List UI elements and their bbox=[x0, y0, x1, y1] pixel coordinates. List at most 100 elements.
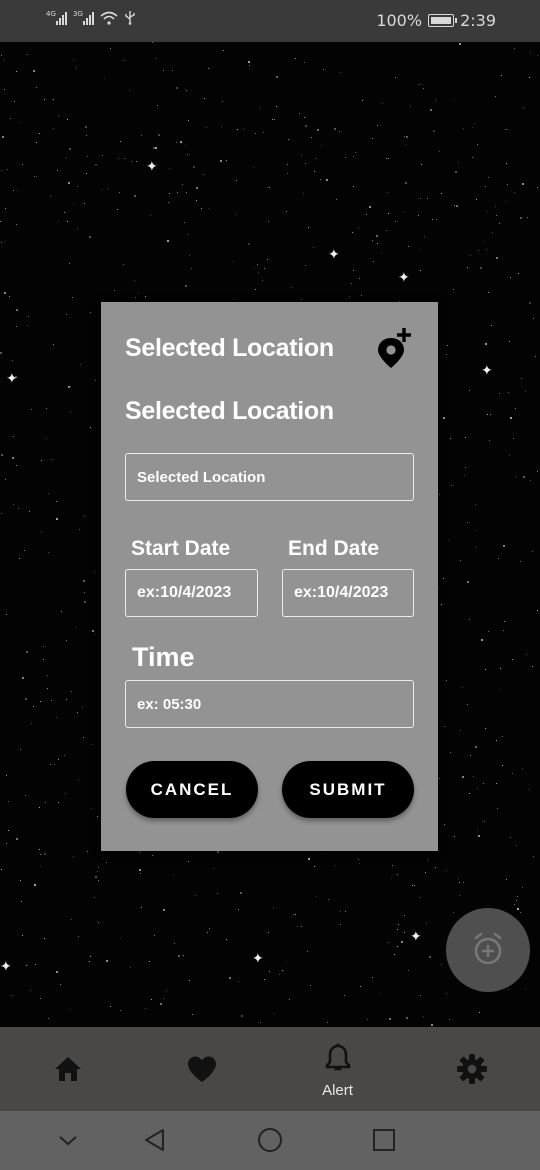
star-dot bbox=[34, 176, 35, 177]
star-dot bbox=[64, 212, 65, 213]
star-dot bbox=[420, 995, 421, 996]
star-dot bbox=[26, 651, 28, 653]
nav-alert[interactable]: Alert bbox=[270, 1027, 405, 1111]
star-dot bbox=[510, 417, 512, 419]
star-dot bbox=[496, 783, 497, 784]
star-dot bbox=[140, 873, 141, 874]
star-dot bbox=[459, 882, 460, 883]
star-dot bbox=[173, 875, 174, 876]
star-dot bbox=[529, 77, 530, 78]
star-dot bbox=[44, 938, 45, 939]
star-dot bbox=[174, 943, 175, 944]
star-dot bbox=[427, 198, 428, 199]
star-dot bbox=[387, 192, 388, 193]
star-dot bbox=[386, 158, 387, 159]
star-dot bbox=[234, 299, 235, 300]
home-circle-icon[interactable] bbox=[256, 1125, 284, 1155]
star-dot bbox=[168, 202, 169, 203]
star-dot bbox=[107, 188, 108, 189]
star-dot bbox=[377, 243, 378, 244]
star-dot bbox=[92, 744, 93, 745]
add-location-button[interactable] bbox=[373, 326, 417, 372]
star-dot bbox=[427, 859, 428, 860]
star-dot bbox=[16, 224, 17, 225]
back-icon[interactable] bbox=[142, 1125, 168, 1155]
star-dot bbox=[441, 604, 442, 605]
star-dot bbox=[65, 793, 66, 794]
star-dot bbox=[502, 765, 503, 766]
star-dot bbox=[13, 504, 14, 505]
add-alarm-button[interactable] bbox=[446, 908, 530, 992]
star-dot bbox=[495, 96, 496, 97]
star-dot bbox=[204, 98, 205, 99]
star-dot bbox=[226, 939, 227, 940]
star-dot bbox=[249, 65, 250, 66]
star-dot bbox=[311, 137, 312, 138]
star-dot bbox=[516, 476, 517, 477]
cancel-button[interactable]: CANCEL bbox=[126, 761, 258, 818]
star-dot bbox=[222, 101, 223, 102]
star-dot bbox=[404, 915, 405, 916]
chevron-down-icon[interactable] bbox=[56, 1125, 80, 1155]
location-dialog: Selected Location Selected Location Star… bbox=[101, 302, 438, 851]
star-dot bbox=[336, 199, 337, 200]
star-dot bbox=[186, 192, 187, 193]
dialog-title: Selected Location bbox=[125, 334, 334, 362]
status-icons-left: 4G 3G bbox=[46, 10, 136, 25]
star-dot bbox=[149, 961, 150, 962]
time-input[interactable] bbox=[125, 680, 414, 728]
star-dot bbox=[141, 135, 142, 136]
star-dot bbox=[16, 309, 18, 311]
star-dot bbox=[135, 297, 136, 298]
nav-home[interactable] bbox=[0, 1027, 135, 1111]
star-dot bbox=[397, 929, 398, 930]
star-dot bbox=[514, 192, 515, 193]
star-dot bbox=[295, 58, 296, 59]
star-dot bbox=[366, 214, 367, 215]
star-dot bbox=[533, 318, 534, 319]
star-dot bbox=[29, 511, 30, 512]
star-dot bbox=[51, 700, 52, 701]
location-input[interactable] bbox=[125, 453, 414, 501]
star-dot bbox=[317, 129, 319, 131]
star-dot bbox=[191, 268, 192, 269]
star-dot bbox=[75, 627, 76, 628]
star-dot bbox=[505, 129, 506, 130]
recents-icon[interactable] bbox=[371, 1125, 397, 1155]
star-dot bbox=[516, 845, 517, 846]
star-dot bbox=[176, 87, 178, 89]
start-date-input[interactable] bbox=[125, 569, 258, 617]
star-dot bbox=[1, 170, 2, 171]
star-dot bbox=[355, 152, 356, 153]
star-dot bbox=[53, 99, 54, 100]
end-date-input[interactable] bbox=[282, 569, 414, 617]
star-dot bbox=[44, 99, 45, 100]
star-dot bbox=[24, 550, 25, 551]
clock: 2:39 bbox=[460, 11, 496, 30]
star-dot bbox=[123, 264, 124, 265]
star-dot bbox=[481, 639, 483, 641]
nav-favorites[interactable] bbox=[135, 1027, 270, 1111]
star-dot bbox=[98, 880, 99, 881]
star-dot bbox=[509, 455, 510, 456]
star-dot bbox=[412, 885, 413, 886]
star-dot bbox=[327, 1022, 328, 1023]
battery-percent: 100% bbox=[376, 11, 423, 30]
nav-settings[interactable] bbox=[405, 1027, 540, 1111]
star-dot bbox=[405, 144, 406, 145]
star-dot bbox=[16, 465, 17, 466]
star-dot bbox=[446, 870, 447, 871]
star-dot bbox=[53, 128, 54, 129]
star-dot bbox=[502, 736, 503, 737]
star-dot bbox=[487, 211, 488, 212]
star-dot bbox=[119, 192, 120, 193]
submit-button[interactable]: SUBMIT bbox=[282, 761, 414, 818]
star-dot bbox=[439, 151, 440, 152]
star-dot bbox=[446, 354, 447, 355]
star-dot bbox=[20, 749, 21, 750]
star-dot bbox=[316, 896, 317, 897]
star-dot bbox=[414, 885, 415, 886]
star-dot bbox=[240, 892, 242, 894]
wifi-icon bbox=[100, 11, 118, 25]
star-dot bbox=[537, 610, 538, 611]
